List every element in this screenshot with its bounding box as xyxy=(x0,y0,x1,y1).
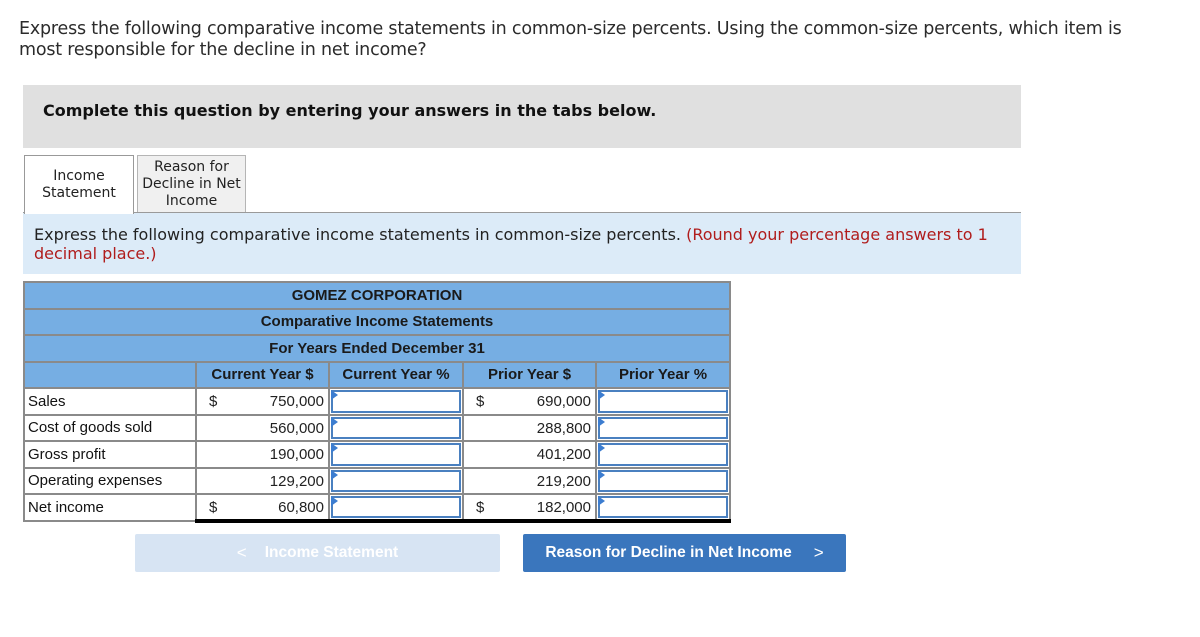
row-label: Cost of goods sold xyxy=(23,413,197,442)
tab-reason-for-decline[interactable]: Reason for Decline in Net Income xyxy=(137,155,246,212)
current-year-percent-input[interactable] xyxy=(328,493,464,523)
prior-year-amount: 219,200 xyxy=(536,472,591,490)
input-box[interactable] xyxy=(598,496,728,518)
input-flag-icon xyxy=(598,390,605,400)
current-year-percent-input[interactable] xyxy=(328,387,464,416)
instruction-text: Complete this question by entering your … xyxy=(43,101,657,120)
tab-bar: Income Statement Reason for Decline in N… xyxy=(23,155,1021,214)
previous-button-label: Income Statement xyxy=(264,544,399,561)
current-year-amount-cell: 560,000 xyxy=(195,413,330,442)
current-year-amount: 560,000 xyxy=(269,419,324,437)
info-bar: Express the following comparative income… xyxy=(23,213,1021,274)
input-flag-icon xyxy=(331,390,338,400)
input-flag-icon xyxy=(331,469,338,480)
income-statement-table: GOMEZ CORPORATION Comparative Income Sta… xyxy=(23,281,731,523)
current-year-amount-cell: $750,000 xyxy=(195,387,330,416)
dollar-sign: $ xyxy=(209,499,218,516)
prior-year-amount: 690,000 xyxy=(536,393,591,410)
current-year-amount: 60,800 xyxy=(278,499,324,516)
table-row: Cost of goods sold 560,000 288,800 xyxy=(23,413,731,442)
current-year-percent-input[interactable] xyxy=(328,466,464,495)
input-box[interactable] xyxy=(598,390,728,413)
dollar-sign: $ xyxy=(209,393,218,410)
next-button-label: Reason for Decline in Net Income xyxy=(545,544,792,561)
instruction-bar: Complete this question by entering your … xyxy=(23,85,1021,148)
input-flag-icon xyxy=(598,496,605,506)
input-flag-icon xyxy=(331,443,338,453)
prior-year-amount-cell: $182,000 xyxy=(462,493,597,523)
tab-label: Income Statement xyxy=(42,168,116,201)
prior-year-percent-input[interactable] xyxy=(595,466,731,495)
next-tab-button[interactable]: Reason for Decline in Net Income > xyxy=(523,534,846,572)
prior-year-amount-cell: 288,800 xyxy=(462,413,597,442)
table-row: Sales $750,000 $690,000 xyxy=(23,387,731,416)
tab-label: Reason for Decline in Net Income xyxy=(142,158,241,209)
current-year-amount-cell: $60,800 xyxy=(195,493,330,523)
prior-year-amount: 182,000 xyxy=(536,499,591,516)
input-box[interactable] xyxy=(331,469,461,492)
prior-year-amount-cell: 401,200 xyxy=(462,440,597,469)
column-header-prior-percent: Prior Year % xyxy=(595,360,731,389)
column-header-prior-dollars: Prior Year $ xyxy=(462,360,597,389)
dollar-sign: $ xyxy=(476,393,485,410)
prior-year-amount-cell: $690,000 xyxy=(462,387,597,416)
row-label: Sales xyxy=(23,387,197,416)
current-year-percent-input[interactable] xyxy=(328,440,464,469)
row-label: Operating expenses xyxy=(23,466,197,495)
table-row: Operating expenses 129,200 219,200 xyxy=(23,466,731,495)
input-box[interactable] xyxy=(331,416,461,439)
current-year-amount: 750,000 xyxy=(269,393,324,410)
current-year-amount-cell: 190,000 xyxy=(195,440,330,469)
current-year-amount: 129,200 xyxy=(269,472,324,490)
input-flag-icon xyxy=(598,416,605,427)
previous-tab-button[interactable]: < Income Statement xyxy=(135,534,500,572)
input-flag-icon xyxy=(598,469,605,480)
prior-year-amount: 288,800 xyxy=(536,419,591,437)
prior-year-percent-input[interactable] xyxy=(595,413,731,442)
input-box[interactable] xyxy=(331,390,461,413)
input-box[interactable] xyxy=(331,496,461,518)
prior-year-amount-cell: 219,200 xyxy=(462,466,597,495)
prior-year-percent-input[interactable] xyxy=(595,440,731,469)
input-box[interactable] xyxy=(331,443,461,466)
table-row: Net income $60,800 $182,000 xyxy=(23,493,731,523)
chevron-right-icon: > xyxy=(813,543,824,562)
chevron-left-icon: < xyxy=(236,543,247,562)
input-box[interactable] xyxy=(598,469,728,492)
input-flag-icon xyxy=(598,443,605,453)
prior-year-percent-input[interactable] xyxy=(595,387,731,416)
current-year-percent-input[interactable] xyxy=(328,413,464,442)
table-row: Gross profit 190,000 401,200 xyxy=(23,440,731,469)
input-flag-icon xyxy=(331,496,338,506)
company-name: GOMEZ CORPORATION xyxy=(23,281,731,310)
current-year-amount: 190,000 xyxy=(269,446,324,463)
column-header-current-dollars: Current Year $ xyxy=(195,360,330,389)
prior-year-amount: 401,200 xyxy=(536,446,591,463)
column-header-current-percent: Current Year % xyxy=(328,360,464,389)
row-label: Gross profit xyxy=(23,440,197,469)
current-year-amount-cell: 129,200 xyxy=(195,466,330,495)
input-box[interactable] xyxy=(598,416,728,439)
column-header-blank xyxy=(23,360,197,389)
question-text: Express the following comparative income… xyxy=(19,19,1122,60)
statement-title: Comparative Income Statements xyxy=(23,307,731,336)
info-instruction: Express the following comparative income… xyxy=(34,225,681,244)
info-text: Express the following comparative income… xyxy=(34,225,994,263)
dollar-sign: $ xyxy=(476,499,485,516)
prior-year-percent-input[interactable] xyxy=(595,493,731,523)
input-flag-icon xyxy=(331,416,338,427)
statement-period: For Years Ended December 31 xyxy=(23,334,731,363)
row-label: Net income xyxy=(23,493,197,522)
tab-income-statement[interactable]: Income Statement xyxy=(24,155,134,214)
input-box[interactable] xyxy=(598,443,728,466)
